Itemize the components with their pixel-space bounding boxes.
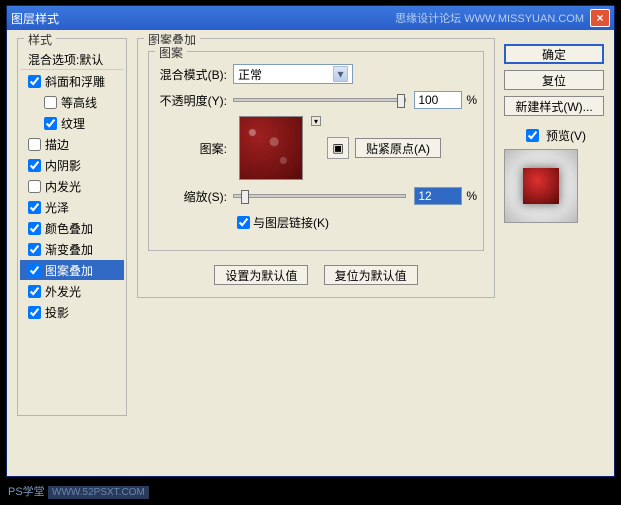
preview-label: 预览(V) <box>546 127 586 144</box>
style-checkbox[interactable] <box>28 138 41 151</box>
style-checkbox[interactable] <box>28 159 41 172</box>
style-item[interactable]: 等高线 <box>20 92 124 112</box>
preview-checkbox[interactable] <box>526 129 539 142</box>
new-style-button[interactable]: 新建样式(W)... <box>504 96 604 116</box>
preview-inner <box>523 168 559 204</box>
style-item[interactable]: 图案叠加 <box>20 260 124 280</box>
snap-to-origin-button[interactable]: 贴紧原点(A) <box>355 138 441 158</box>
style-label: 颜色叠加 <box>45 220 93 237</box>
pattern-subheading: 图案 <box>155 44 187 61</box>
opacity-slider[interactable] <box>233 98 406 102</box>
style-label: 纹理 <box>61 115 85 132</box>
style-label: 斜面和浮雕 <box>45 73 105 90</box>
blend-mode-row: 混合模式(B): 正常 ▾ <box>155 62 477 86</box>
style-item[interactable]: 纹理 <box>20 113 124 133</box>
layer-style-dialog: 图层样式 思缘设计论坛 WWW.MISSYUAN.COM × 样式 混合选项:默… <box>6 5 615 477</box>
style-item[interactable]: 内发光 <box>20 176 124 196</box>
pattern-dropdown-icon[interactable]: ▾ <box>311 116 321 126</box>
dialog-content: 样式 混合选项:默认斜面和浮雕等高线纹理描边内阴影内发光光泽颜色叠加渐变叠加图案… <box>7 30 614 476</box>
right-column: 确定 复位 新建样式(W)... 预览(V) <box>504 44 604 223</box>
style-checkbox[interactable] <box>44 117 57 130</box>
style-checkbox[interactable] <box>44 96 57 109</box>
opacity-label: 不透明度(Y): <box>155 92 227 109</box>
blend-options-row[interactable]: 混合选项:默认 <box>20 50 124 70</box>
link-with-layer-label: 与图层链接(K) <box>253 214 329 231</box>
reset-button[interactable]: 复位 <box>504 70 604 90</box>
reset-default-button[interactable]: 复位为默认值 <box>324 265 418 285</box>
ok-button[interactable]: 确定 <box>504 44 604 64</box>
pattern-overlay-group: 图案叠加 图案 混合模式(B): 正常 ▾ 不透明度(Y): 100 % <box>137 38 495 298</box>
scale-input[interactable]: 12 <box>414 187 462 205</box>
scale-unit: % <box>466 189 477 203</box>
default-buttons-row: 设置为默认值 复位为默认值 <box>138 265 494 285</box>
pattern-inner-group: 图案 混合模式(B): 正常 ▾ 不透明度(Y): 100 % 图案: <box>148 51 484 251</box>
dropdown-icon: ▾ <box>333 66 348 82</box>
style-item[interactable]: 斜面和浮雕 <box>20 71 124 91</box>
style-label: 内发光 <box>45 178 81 195</box>
style-label: 光泽 <box>45 199 69 216</box>
style-label: 渐变叠加 <box>45 241 93 258</box>
window-title: 图层样式 <box>11 10 395 27</box>
close-icon: × <box>596 11 603 25</box>
blend-mode-select[interactable]: 正常 ▾ <box>233 64 353 84</box>
pattern-label: 图案: <box>155 140 227 157</box>
link-row: 与图层链接(K) <box>155 210 477 234</box>
style-item[interactable]: 颜色叠加 <box>20 218 124 238</box>
style-checkbox[interactable] <box>28 264 41 277</box>
link-with-layer-checkbox[interactable] <box>237 216 250 229</box>
pattern-swatch-row: 图案: ▾ ▣ 贴紧原点(A) <box>155 116 477 180</box>
opacity-unit: % <box>466 93 477 107</box>
styles-list-group: 样式 混合选项:默认斜面和浮雕等高线纹理描边内阴影内发光光泽颜色叠加渐变叠加图案… <box>17 38 127 416</box>
preview-toggle-row: 预览(V) <box>504 126 604 145</box>
create-pattern-button[interactable]: ▣ <box>327 137 349 159</box>
style-label: 内阴影 <box>45 157 81 174</box>
style-checkbox[interactable] <box>28 306 41 319</box>
scale-row: 缩放(S): 12 % <box>155 184 477 208</box>
slider-thumb[interactable] <box>397 94 405 108</box>
title-bar[interactable]: 图层样式 思缘设计论坛 WWW.MISSYUAN.COM × <box>7 6 614 30</box>
preview-thumbnail <box>504 149 578 223</box>
style-item[interactable]: 描边 <box>20 134 124 154</box>
close-button[interactable]: × <box>590 9 610 27</box>
scale-label: 缩放(S): <box>155 188 227 205</box>
style-checkbox[interactable] <box>28 285 41 298</box>
footer-watermark-2: WWW.52PSXT.COM <box>48 486 149 499</box>
scale-slider[interactable] <box>233 194 406 198</box>
style-checkbox[interactable] <box>28 201 41 214</box>
pattern-swatch[interactable] <box>239 116 303 180</box>
blend-mode-value: 正常 <box>238 66 262 83</box>
style-item[interactable]: 投影 <box>20 302 124 322</box>
slider-thumb[interactable] <box>241 190 249 204</box>
style-item[interactable]: 外发光 <box>20 281 124 301</box>
style-checkbox[interactable] <box>28 75 41 88</box>
style-label: 图案叠加 <box>45 262 93 279</box>
watermark-text: 思缘设计论坛 WWW.MISSYUAN.COM <box>395 10 584 26</box>
style-label: 投影 <box>45 304 69 321</box>
set-default-button[interactable]: 设置为默认值 <box>214 265 308 285</box>
style-label: 外发光 <box>45 283 81 300</box>
style-label: 描边 <box>45 136 69 153</box>
style-item[interactable]: 渐变叠加 <box>20 239 124 259</box>
opacity-input[interactable]: 100 <box>414 91 462 109</box>
footer-watermark-1: PS学堂 <box>8 483 45 499</box>
style-item[interactable]: 内阴影 <box>20 155 124 175</box>
blend-mode-label: 混合模式(B): <box>155 66 227 83</box>
style-checkbox[interactable] <box>28 222 41 235</box>
style-label: 等高线 <box>61 94 97 111</box>
style-item[interactable]: 光泽 <box>20 197 124 217</box>
style-checkbox[interactable] <box>28 243 41 256</box>
new-document-icon: ▣ <box>332 141 343 155</box>
style-checkbox[interactable] <box>28 180 41 193</box>
opacity-row: 不透明度(Y): 100 % <box>155 88 477 112</box>
